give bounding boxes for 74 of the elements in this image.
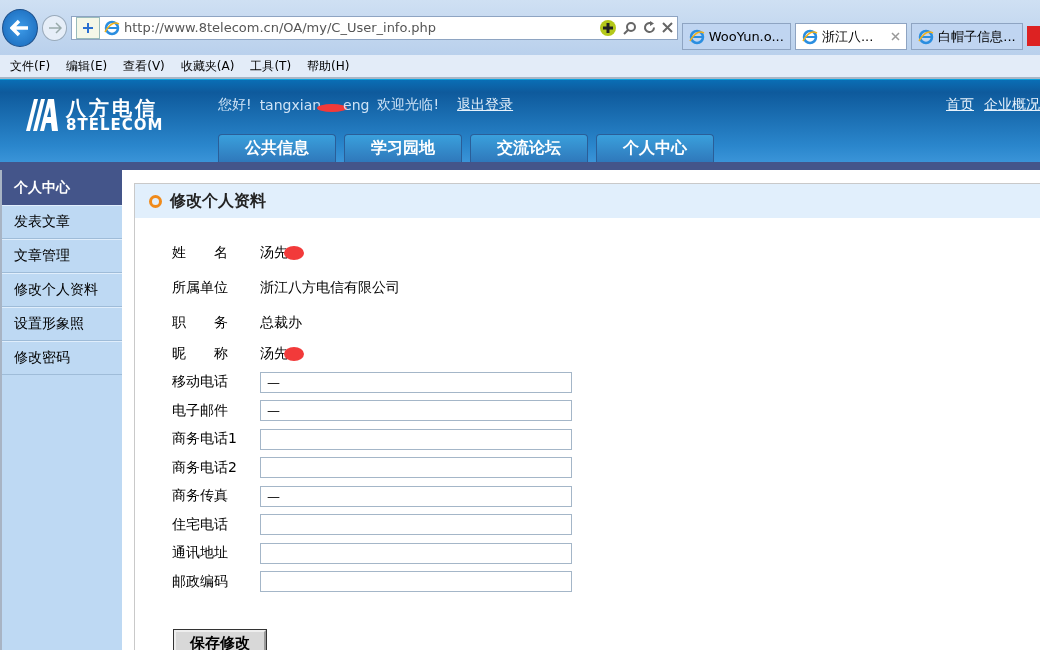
plus-icon[interactable] xyxy=(598,18,617,37)
nav-tab[interactable]: 个人中心 xyxy=(596,134,714,162)
logo-text: 8TELECOM xyxy=(66,117,164,133)
browser-tab[interactable]: 浙江八... xyxy=(794,23,908,50)
field-label: 商务传真 xyxy=(172,487,229,506)
field-value: 汤先 xyxy=(260,243,288,262)
nav-tab[interactable]: 学习园地 xyxy=(344,134,462,162)
field-label: 移动电话 xyxy=(172,373,229,392)
field-label: 昵 称 xyxy=(172,345,229,363)
menu-item[interactable]: 查看(V) xyxy=(123,57,165,75)
input-field[interactable]: — xyxy=(260,400,572,422)
field-label: 所属单位 xyxy=(172,278,229,297)
browser-logo-icon xyxy=(801,28,818,45)
sidebar-item[interactable]: 文章管理 xyxy=(2,239,122,273)
field-label: 电子邮件 xyxy=(172,401,229,420)
back-arrow-icon xyxy=(10,18,31,37)
input-field[interactable] xyxy=(260,514,572,536)
address-bar[interactable]: http://www.8telecom.cn/OA/my/C_User_info.php xyxy=(71,15,678,40)
field-label: 住宅电话 xyxy=(172,515,229,534)
greeting-text: 您好! xyxy=(218,96,252,114)
browser-tab[interactable] xyxy=(1026,26,1040,46)
browser-logo-icon xyxy=(688,28,705,45)
logout-link[interactable]: 退出登录 xyxy=(457,96,514,114)
menu-item[interactable]: 帮助(H) xyxy=(307,57,350,75)
panel-title: 修改个人资料 xyxy=(170,190,266,212)
field-label: 商务电话2 xyxy=(172,458,238,477)
field-label: 姓 名 xyxy=(172,243,229,262)
search-icon[interactable] xyxy=(622,20,637,35)
field-label: 职 务 xyxy=(172,313,229,332)
field-label: 邮政编码 xyxy=(172,572,229,591)
save-button[interactable]: 保存修改 xyxy=(174,630,266,650)
menu-item[interactable]: 文件(F) xyxy=(10,57,51,75)
browser-tab[interactable]: 白帽子信息... xyxy=(911,23,1023,50)
address-url: http://www.8telecom.cn/OA/my/C_User_info.php xyxy=(124,20,438,35)
field-value: 总裁办 xyxy=(260,313,302,332)
menu-item[interactable]: 工具(T) xyxy=(250,57,292,75)
browser-logo-icon xyxy=(918,28,935,45)
menu-item[interactable]: 收藏夹(A) xyxy=(180,57,235,75)
input-field[interactable] xyxy=(260,428,572,450)
close-icon[interactable] xyxy=(891,32,901,41)
sidebar-title: 个人中心 xyxy=(2,170,122,205)
sidebar-item[interactable]: 设置形象照 xyxy=(2,307,122,341)
sidebar-item[interactable]: 修改个人资料 xyxy=(2,273,122,307)
username: eng xyxy=(343,97,370,113)
tab-label: 浙江八... xyxy=(821,27,874,46)
header-link[interactable]: 企业概况 xyxy=(984,96,1040,114)
input-field[interactable] xyxy=(260,542,572,564)
field-value: 浙江八方电信有限公司 xyxy=(260,278,400,297)
input-field[interactable]: — xyxy=(260,371,572,393)
nav-tab[interactable]: 交流论坛 xyxy=(470,134,588,162)
input-field[interactable] xyxy=(260,457,572,479)
tab-label: 白帽子信息... xyxy=(938,27,1016,46)
input-field[interactable] xyxy=(260,571,572,593)
field-label: 通讯地址 xyxy=(172,544,229,563)
refresh-icon[interactable] xyxy=(642,21,656,34)
nav-tab[interactable]: 公共信息 xyxy=(218,134,336,162)
browser-tab[interactable]: WooYun.o... xyxy=(681,23,791,50)
back-button[interactable] xyxy=(2,8,39,47)
close-icon[interactable] xyxy=(661,22,673,33)
sidebar-item[interactable]: 修改密码 xyxy=(2,341,122,375)
input-field[interactable]: — xyxy=(260,485,572,507)
logo-text: 八方电信 xyxy=(66,97,158,118)
menu-item[interactable]: 编辑(E) xyxy=(66,57,108,75)
bullet-icon xyxy=(149,194,162,208)
tab-label: WooYun.o... xyxy=(708,29,784,44)
forward-arrow-icon xyxy=(47,21,62,34)
username: tangxian xyxy=(259,97,322,113)
logo-icon xyxy=(24,97,60,133)
welcome-text: 欢迎光临! xyxy=(377,96,440,114)
browser-logo-icon xyxy=(104,19,120,36)
field-label: 商务电话1 xyxy=(172,430,238,449)
forward-button[interactable] xyxy=(42,14,67,41)
header-link[interactable]: 首页 xyxy=(946,96,974,114)
sidebar-item[interactable]: 发表文章 xyxy=(2,205,122,239)
